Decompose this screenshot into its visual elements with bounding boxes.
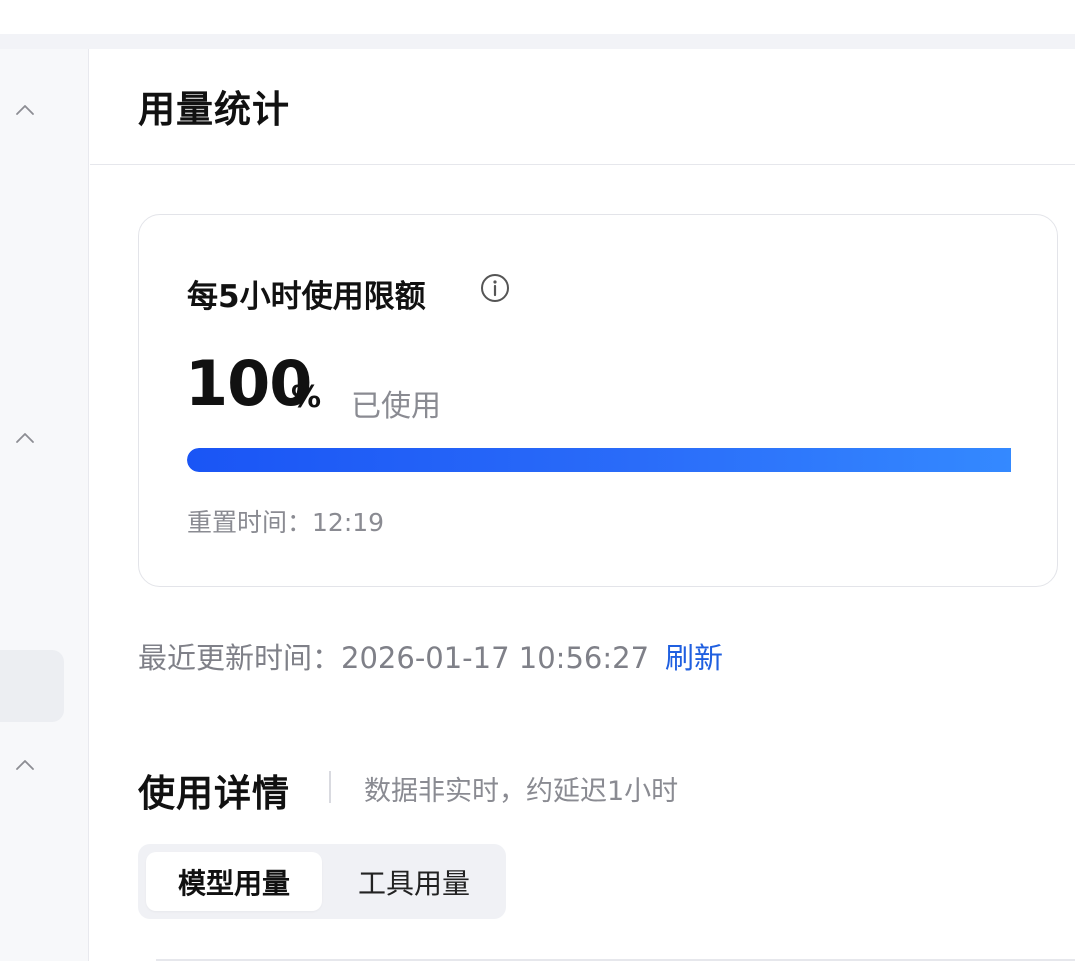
sidebar-item-active[interactable] xyxy=(0,650,64,722)
sidebar xyxy=(0,49,89,961)
top-bar xyxy=(0,0,1075,34)
tab-tool-usage[interactable]: 工具用量 xyxy=(334,852,494,911)
last-updated-row: 最近更新时间：2026-01-17 10:56:27 刷新 xyxy=(138,635,723,677)
divider xyxy=(329,771,331,803)
chevron-up-icon[interactable] xyxy=(14,428,36,450)
last-updated-label: 最近更新时间： xyxy=(138,641,342,675)
reset-time: 12:19 xyxy=(312,508,385,537)
top-strip xyxy=(0,34,1075,49)
chevron-up-icon[interactable] xyxy=(14,100,36,122)
page-header: 用量统计 xyxy=(90,49,1075,165)
usage-unit: % xyxy=(291,380,322,415)
page-title: 用量统计 xyxy=(138,88,290,131)
tab-model-usage[interactable]: 模型用量 xyxy=(146,852,322,911)
main-content: 用量统计 每5小时使用限额 100 % 已使用 重置时间：12:19 最近更新时… xyxy=(90,49,1075,961)
chevron-up-icon[interactable] xyxy=(14,755,36,777)
refresh-link[interactable]: 刷新 xyxy=(665,641,723,675)
last-updated-timestamp: 2026-01-17 10:56:27 xyxy=(341,641,650,675)
quota-card-title: 每5小时使用限额 xyxy=(187,279,426,315)
details-title: 使用详情 xyxy=(138,772,290,815)
reset-label: 重置时间： xyxy=(187,508,313,537)
reset-time-row: 重置时间：12:19 xyxy=(187,503,384,539)
usage-tabs: 模型用量 工具用量 xyxy=(138,844,506,919)
usage-progress-bar xyxy=(187,448,1011,472)
usage-label: 已使用 xyxy=(351,389,441,424)
usage-progress-fill xyxy=(187,448,1011,472)
info-icon[interactable] xyxy=(479,272,511,304)
quota-card: 每5小时使用限额 100 % 已使用 重置时间：12:19 xyxy=(138,214,1058,587)
details-note: 数据非实时，约延迟1小时 xyxy=(364,776,679,807)
